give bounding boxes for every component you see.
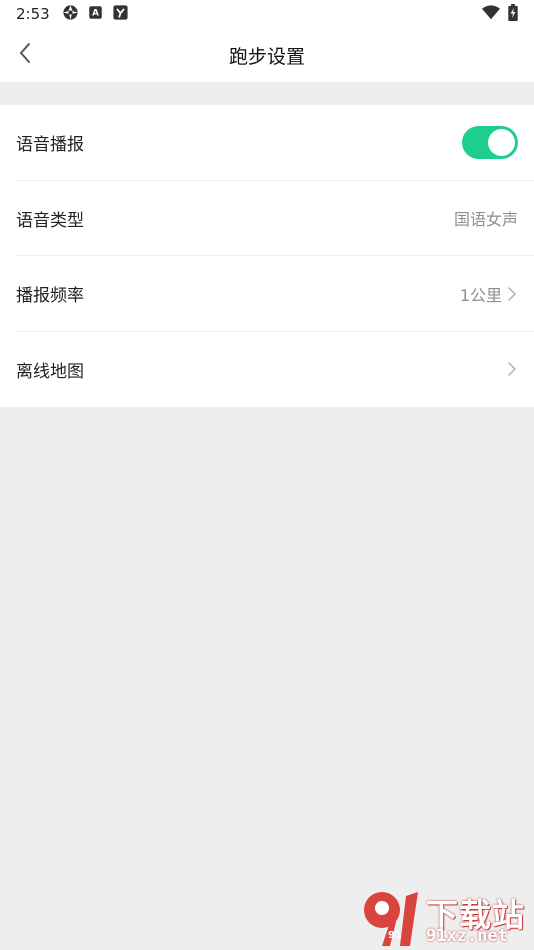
- battery-charging-icon: [508, 3, 518, 25]
- voice-broadcast-toggle[interactable]: [462, 126, 518, 160]
- chevron-right-icon: [508, 286, 518, 302]
- y-box-icon: [112, 4, 129, 25]
- setting-row-voice-type[interactable]: 语音类型 国语女声: [0, 181, 534, 257]
- setting-label-voice-broadcast: 语音播报: [16, 135, 84, 156]
- toggle-knob: [488, 129, 515, 157]
- status-icons-right: [482, 3, 518, 25]
- a-box-icon: A: [88, 5, 103, 24]
- setting-label-offline-map: 离线地图: [16, 361, 84, 382]
- status-time: 2:53: [16, 5, 50, 23]
- header: 跑步设置: [0, 28, 534, 82]
- setting-row-offline-map[interactable]: 离线地图: [0, 332, 534, 408]
- page-title: 跑步设置: [228, 45, 305, 68]
- setting-label-broadcast-frequency: 播报频率: [16, 286, 84, 307]
- chevron-right-icon: [508, 361, 518, 377]
- back-button[interactable]: [10, 40, 40, 70]
- section-gap: [0, 82, 534, 105]
- svg-text:A: A: [92, 8, 99, 18]
- setting-label-voice-type: 语音类型: [16, 210, 84, 231]
- wifi-icon: [482, 4, 500, 24]
- setting-row-voice-broadcast: 语音播报: [0, 105, 534, 181]
- settings-list: 语音播报 语音类型 国语女声 播报频率 1公里 离线地图: [0, 105, 534, 407]
- watermark-logo-text: 91: [388, 930, 402, 941]
- aperture-icon: [62, 4, 79, 25]
- setting-row-broadcast-frequency[interactable]: 播报频率 1公里: [0, 256, 534, 332]
- status-bar: 2:53 A: [0, 0, 534, 28]
- status-icons-left: A: [62, 4, 129, 25]
- watermark-logo-icon: 91: [360, 888, 426, 950]
- chevron-left-icon: [18, 42, 32, 68]
- watermark-sub-text: 91xz.net: [426, 926, 508, 946]
- watermark: 91 下载站 91xz.net: [360, 888, 530, 948]
- setting-value-voice-type: 国语女声: [453, 210, 518, 230]
- setting-value-broadcast-frequency: 1公里: [459, 285, 502, 305]
